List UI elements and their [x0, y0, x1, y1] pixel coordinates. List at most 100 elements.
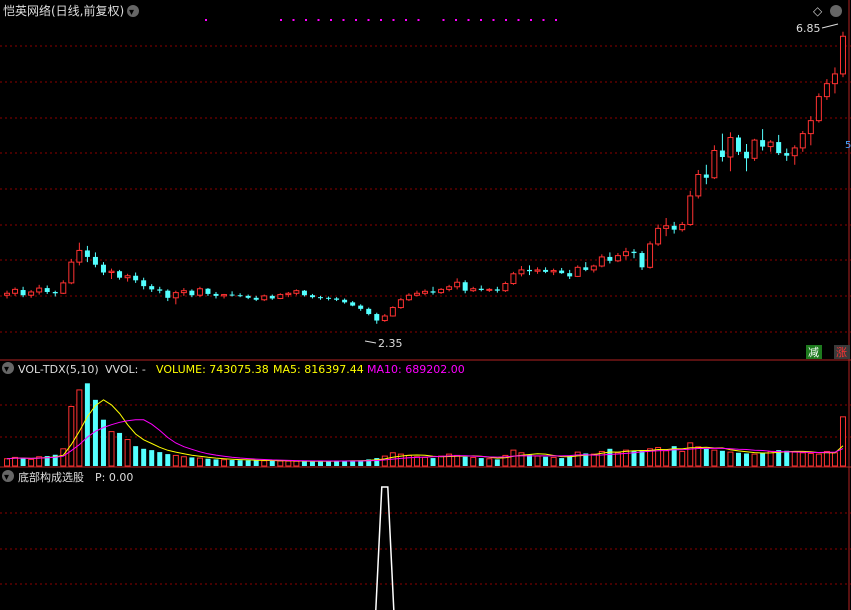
candle-body-up	[550, 270, 557, 273]
volume-bar-down	[301, 461, 307, 466]
candle-body-up	[277, 294, 284, 299]
volume-bar-down	[157, 452, 163, 466]
volume-bar-up	[695, 446, 702, 467]
candle-body-up	[12, 288, 19, 294]
volume-bar-down	[760, 452, 766, 466]
volume-series	[4, 383, 846, 467]
vol-indicator-name: VOL-TDX(5,10)	[18, 363, 99, 376]
candle-body-up	[422, 290, 428, 294]
min-price-label: 2.35	[378, 337, 403, 350]
candle-body-up	[60, 282, 67, 294]
volume-bar-up	[751, 453, 758, 467]
volume-bar-up	[381, 455, 388, 467]
candle-body-up	[261, 295, 268, 301]
signal-marker	[405, 19, 407, 21]
candle-body-up	[180, 290, 187, 294]
signal-marker	[317, 19, 320, 21]
volume-bar-down	[744, 453, 750, 466]
signal-marker	[305, 19, 307, 21]
signal-marker	[455, 19, 457, 21]
volume-bar-up	[791, 451, 798, 467]
volume-bar-up	[172, 454, 179, 467]
grid-lines	[0, 45, 851, 585]
volume-bar-up	[767, 450, 774, 467]
signal-marker	[505, 19, 507, 21]
candle-body-down	[735, 137, 741, 152]
ma5-value: MA5: 816397.44	[273, 363, 364, 376]
candle-body-up	[711, 149, 718, 179]
candle-body-down	[189, 290, 195, 296]
volume-bar-up	[711, 449, 718, 467]
volume-bar-up	[534, 455, 541, 467]
volume-bar-up	[60, 448, 67, 467]
volume-bar-up	[180, 456, 187, 467]
signal-marker	[367, 19, 370, 21]
candle-body-up	[36, 287, 43, 293]
candle-body-up	[534, 269, 541, 272]
candle-body-down	[237, 295, 243, 297]
signal-marker	[480, 19, 482, 21]
ma5-line	[6, 399, 844, 462]
candle-body-down	[117, 271, 123, 278]
signal-marker	[392, 19, 395, 21]
candle-body-up	[68, 261, 75, 284]
candle-body-down	[631, 251, 637, 254]
candle-body-down	[358, 305, 364, 309]
signal-marker	[330, 19, 332, 21]
candle-body-down	[52, 291, 58, 294]
volume-bar-up	[221, 459, 228, 467]
volume-bar-down	[253, 460, 259, 466]
signal-marker	[417, 19, 420, 21]
signal-p-value: P: 0.00	[95, 471, 133, 484]
candle-body-up	[389, 307, 396, 317]
volume-bar-up	[622, 449, 629, 467]
candle-body-up	[285, 292, 292, 296]
signal-marker	[555, 19, 557, 21]
candle-body-down	[639, 253, 645, 268]
candle-body-up	[655, 227, 662, 245]
candle-body-up	[124, 275, 131, 279]
candle-body-down	[245, 295, 251, 298]
volume-bar-up	[405, 454, 412, 467]
diamond-icon[interactable]: ◇	[813, 4, 823, 18]
candle-body-up	[196, 288, 203, 296]
volume-bar-up	[438, 455, 445, 467]
panel-separators	[0, 0, 851, 610]
candle-body-down	[719, 150, 725, 157]
volume-bar-up	[799, 452, 806, 467]
candle-body-up	[510, 273, 517, 285]
volume-bar-down	[430, 458, 436, 466]
candle-body-down	[149, 286, 155, 290]
candle-body-down	[703, 174, 709, 178]
candle-body-down	[84, 250, 90, 257]
right-edge-marker: 5	[845, 140, 851, 151]
candle-body-up	[679, 223, 686, 231]
candle-body-up	[28, 291, 35, 296]
candle-body-down	[229, 294, 235, 296]
candle-body-up	[791, 147, 798, 157]
candle-body-up	[381, 315, 388, 322]
volume-bar-up	[124, 439, 131, 467]
candle-body-down	[607, 256, 613, 261]
candle-body-down	[269, 295, 275, 299]
candle-body-up	[839, 35, 846, 75]
chevron-down-icon: ▾	[129, 7, 134, 18]
ma10-value: MA10: 689202.00	[367, 363, 465, 376]
volume-bar-down	[133, 446, 139, 466]
signal-marker	[530, 19, 532, 21]
candle-body-down	[326, 297, 332, 299]
candle-body-up	[221, 294, 228, 297]
volume-bar-up	[293, 460, 300, 467]
volume-bar-down	[269, 460, 275, 466]
volume-bar-up	[807, 452, 814, 467]
candle-body-down	[301, 290, 307, 296]
candle-body-up	[614, 255, 621, 262]
volume-bar-up	[28, 458, 35, 467]
candle-body-down	[309, 295, 315, 298]
volume-bar-down	[117, 432, 123, 466]
candle-body-up	[727, 137, 734, 158]
candle-body-down	[350, 302, 356, 306]
signal-marker	[517, 19, 520, 21]
collapse-right-button[interactable]	[830, 5, 842, 17]
candle-body-down	[527, 269, 532, 272]
